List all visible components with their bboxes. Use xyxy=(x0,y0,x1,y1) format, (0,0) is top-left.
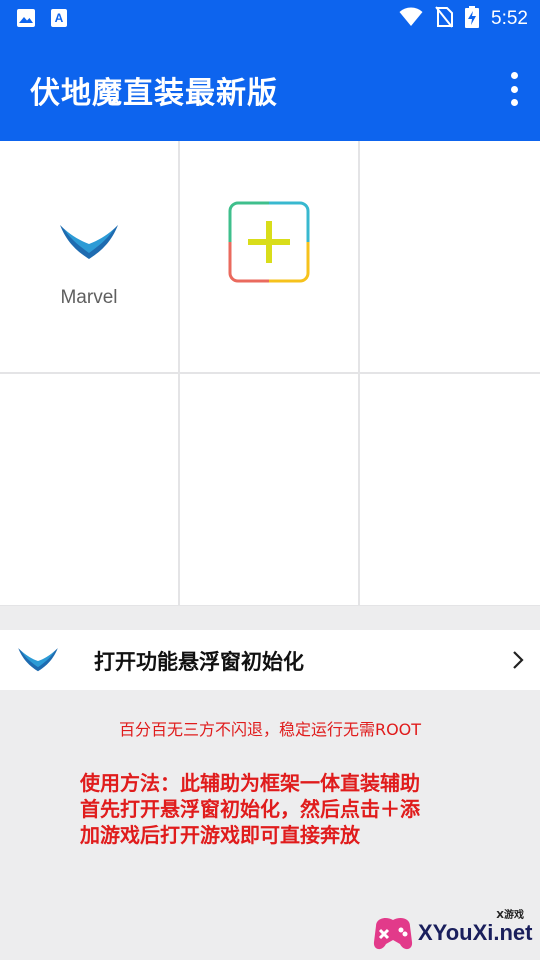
app-tile-marvel[interactable]: Marvel xyxy=(0,141,178,372)
marvel-wings-icon xyxy=(16,644,60,678)
marvel-wings-icon xyxy=(58,219,120,267)
no-sim-icon xyxy=(435,6,454,32)
usage-line: 首先打开悬浮窗初始化，然后点击＋添 xyxy=(80,797,420,821)
add-plus-icon[interactable] xyxy=(228,201,310,283)
usage-instructions: 使用方法：此辅助为框架一体直装辅助 首先打开悬浮窗初始化，然后点击＋添 加游戏后… xyxy=(80,770,480,848)
add-app-tile xyxy=(180,141,358,372)
battery-charging-icon xyxy=(465,6,480,32)
notice-text: 百分百无三方不闪退，稳定运行无需ROOT xyxy=(118,720,422,739)
usage-line: 加游戏后打开游戏即可直接奔放 xyxy=(80,823,360,847)
empty-tile xyxy=(360,141,540,372)
empty-tile xyxy=(180,374,358,605)
app-title: 伏地魔直装最新版 xyxy=(30,76,278,111)
float-window-label: 打开功能悬浮窗初始化 xyxy=(94,650,304,674)
clock: 5:52 xyxy=(491,8,528,29)
watermark-text: XYouXi.net xyxy=(418,920,533,945)
watermark: X游戏 XYouXi.net xyxy=(366,902,538,958)
wifi-icon xyxy=(399,7,423,31)
empty-tile xyxy=(0,374,178,605)
empty-tile xyxy=(360,374,540,605)
chevron-right-icon xyxy=(512,650,524,674)
a-letter-icon: A xyxy=(50,8,68,32)
usage-line: 使用方法：此辅助为框架一体直装辅助 xyxy=(80,771,420,795)
image-icon xyxy=(16,8,36,32)
svg-text:A: A xyxy=(55,11,64,25)
more-vert-icon[interactable] xyxy=(508,72,520,106)
app-grid: Marvel xyxy=(0,141,540,606)
app-label: Marvel xyxy=(60,287,118,308)
open-float-window-row[interactable]: 打开功能悬浮窗初始化 xyxy=(0,630,540,690)
watermark-small-text: X游戏 xyxy=(496,910,524,921)
status-bar: A 5:52 xyxy=(0,0,540,36)
gamepad-icon xyxy=(370,912,416,960)
app-bar: 伏地魔直装最新版 xyxy=(0,36,540,141)
